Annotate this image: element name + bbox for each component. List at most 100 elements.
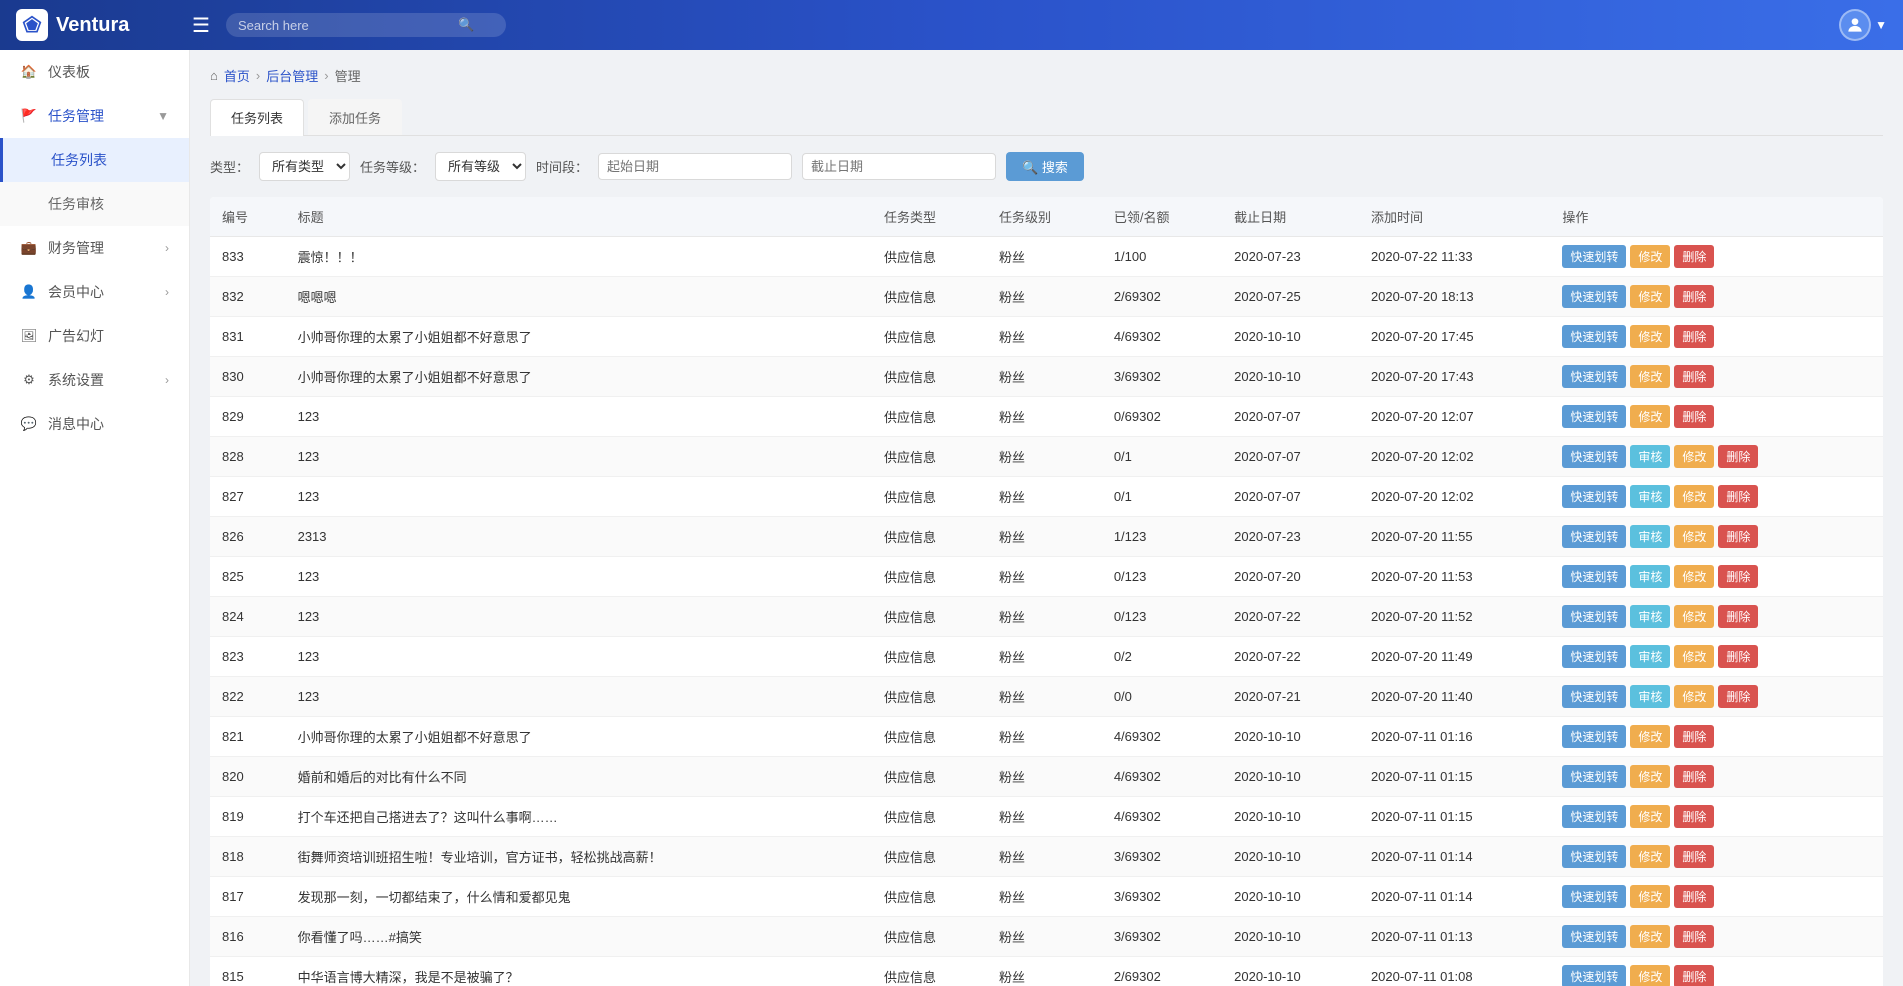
edit-button[interactable]: 修改	[1674, 685, 1714, 708]
delete-button[interactable]: 删除	[1674, 325, 1714, 348]
col-actions: 操作	[1550, 197, 1883, 237]
sidebar-item-member-center[interactable]: 👤 会员中心 ›	[0, 270, 189, 314]
send-button[interactable]: 快速划转	[1562, 645, 1626, 668]
edit-button[interactable]: 修改	[1674, 485, 1714, 508]
delete-button[interactable]: 删除	[1718, 565, 1758, 588]
sidebar-item-sys-settings[interactable]: ⚙ 系统设置 ›	[0, 358, 189, 402]
delete-button[interactable]: 删除	[1718, 605, 1758, 628]
send-button[interactable]: 快速划转	[1562, 485, 1626, 508]
send-button[interactable]: 快速划转	[1562, 245, 1626, 268]
end-date-input[interactable]	[802, 153, 996, 180]
audit-button[interactable]: 审核	[1630, 605, 1670, 628]
search-button[interactable]: 🔍 搜索	[1006, 152, 1084, 181]
cell-created: 2020-07-20 17:43	[1359, 357, 1550, 397]
task-submenu: 任务列表 任务审核	[0, 138, 189, 226]
audit-button[interactable]: 审核	[1630, 565, 1670, 588]
send-button[interactable]: 快速划转	[1562, 365, 1626, 388]
send-button[interactable]: 快速划转	[1562, 405, 1626, 428]
delete-button[interactable]: 删除	[1674, 365, 1714, 388]
send-button[interactable]: 快速划转	[1562, 845, 1626, 868]
edit-button[interactable]: 修改	[1630, 405, 1670, 428]
edit-button[interactable]: 修改	[1630, 805, 1670, 828]
cell-type: 供应信息	[872, 957, 987, 986]
edit-button[interactable]: 修改	[1630, 325, 1670, 348]
sidebar-item-task-audit[interactable]: 任务审核	[0, 182, 189, 226]
action-buttons: 快速划转 修改 删除	[1562, 325, 1871, 348]
send-button[interactable]: 快速划转	[1562, 445, 1626, 468]
edit-button[interactable]: 修改	[1630, 845, 1670, 868]
type-filter-select[interactable]: 所有类型 供应信息	[259, 152, 350, 181]
cell-actions: 快速划转 修改 删除	[1550, 877, 1883, 917]
action-buttons: 快速划转 修改 删除	[1562, 805, 1871, 828]
send-button[interactable]: 快速划转	[1562, 325, 1626, 348]
table-row: 822 123 供应信息 粉丝 0/0 2020-07-21 2020-07-2…	[210, 677, 1883, 717]
delete-button[interactable]: 删除	[1674, 925, 1714, 948]
audit-button[interactable]: 审核	[1630, 685, 1670, 708]
delete-button[interactable]: 删除	[1674, 965, 1714, 986]
sidebar-item-dashboard[interactable]: 🏠 仪表板	[0, 50, 189, 94]
delete-button[interactable]: 删除	[1718, 525, 1758, 548]
breadcrumb-home-link[interactable]: 首页	[224, 66, 250, 85]
level-filter-select[interactable]: 所有等级	[435, 152, 526, 181]
sidebar-item-finance-mgmt[interactable]: 💼 财务管理 ›	[0, 226, 189, 270]
delete-button[interactable]: 删除	[1674, 245, 1714, 268]
cell-quota: 0/123	[1102, 597, 1222, 637]
send-button[interactable]: 快速划转	[1562, 765, 1626, 788]
cell-level: 粉丝	[987, 317, 1102, 357]
edit-button[interactable]: 修改	[1674, 645, 1714, 668]
edit-button[interactable]: 修改	[1630, 885, 1670, 908]
avatar-button[interactable]: ▼	[1839, 9, 1887, 41]
send-button[interactable]: 快速划转	[1562, 605, 1626, 628]
send-button[interactable]: 快速划转	[1562, 965, 1626, 986]
send-button[interactable]: 快速划转	[1562, 925, 1626, 948]
cell-level: 粉丝	[987, 797, 1102, 837]
hamburger-icon[interactable]: ☰	[192, 13, 210, 38]
delete-button[interactable]: 删除	[1718, 445, 1758, 468]
edit-button[interactable]: 修改	[1674, 445, 1714, 468]
breadcrumb-admin-link[interactable]: 后台管理	[266, 66, 318, 85]
edit-button[interactable]: 修改	[1630, 285, 1670, 308]
delete-button[interactable]: 删除	[1674, 285, 1714, 308]
sidebar-item-msg-center[interactable]: 💬 消息中心	[0, 402, 189, 446]
audit-button[interactable]: 审核	[1630, 645, 1670, 668]
delete-button[interactable]: 删除	[1674, 805, 1714, 828]
edit-button[interactable]: 修改	[1630, 245, 1670, 268]
edit-button[interactable]: 修改	[1630, 965, 1670, 986]
send-button[interactable]: 快速划转	[1562, 885, 1626, 908]
delete-button[interactable]: 删除	[1674, 845, 1714, 868]
start-date-input[interactable]	[598, 153, 792, 180]
delete-button[interactable]: 删除	[1718, 645, 1758, 668]
send-button[interactable]: 快速划转	[1562, 685, 1626, 708]
delete-button[interactable]: 删除	[1674, 765, 1714, 788]
cell-created: 2020-07-20 11:55	[1359, 517, 1550, 557]
edit-button[interactable]: 修改	[1674, 565, 1714, 588]
delete-button[interactable]: 删除	[1674, 725, 1714, 748]
sidebar-item-task-mgmt[interactable]: 🚩 任务管理 ▼	[0, 94, 189, 138]
delete-button[interactable]: 删除	[1718, 685, 1758, 708]
sidebar-item-task-list[interactable]: 任务列表	[0, 138, 189, 182]
audit-button[interactable]: 审核	[1630, 485, 1670, 508]
edit-button[interactable]: 修改	[1630, 725, 1670, 748]
col-id: 编号	[210, 197, 286, 237]
cell-level: 粉丝	[987, 477, 1102, 517]
search-input[interactable]	[238, 18, 458, 33]
send-button[interactable]: 快速划转	[1562, 805, 1626, 828]
send-button[interactable]: 快速划转	[1562, 285, 1626, 308]
audit-button[interactable]: 审核	[1630, 525, 1670, 548]
delete-button[interactable]: 删除	[1674, 405, 1714, 428]
send-button[interactable]: 快速划转	[1562, 565, 1626, 588]
action-buttons: 快速划转 修改 删除	[1562, 925, 1871, 948]
delete-button[interactable]: 删除	[1718, 485, 1758, 508]
send-button[interactable]: 快速划转	[1562, 725, 1626, 748]
tab-add-task[interactable]: 添加任务	[308, 99, 402, 135]
edit-button[interactable]: 修改	[1630, 765, 1670, 788]
sidebar-item-ad-carousel[interactable]: 🖼 广告幻灯	[0, 314, 189, 358]
edit-button[interactable]: 修改	[1674, 525, 1714, 548]
edit-button[interactable]: 修改	[1630, 365, 1670, 388]
audit-button[interactable]: 审核	[1630, 445, 1670, 468]
edit-button[interactable]: 修改	[1630, 925, 1670, 948]
send-button[interactable]: 快速划转	[1562, 525, 1626, 548]
tab-task-list[interactable]: 任务列表	[210, 99, 304, 136]
edit-button[interactable]: 修改	[1674, 605, 1714, 628]
delete-button[interactable]: 删除	[1674, 885, 1714, 908]
